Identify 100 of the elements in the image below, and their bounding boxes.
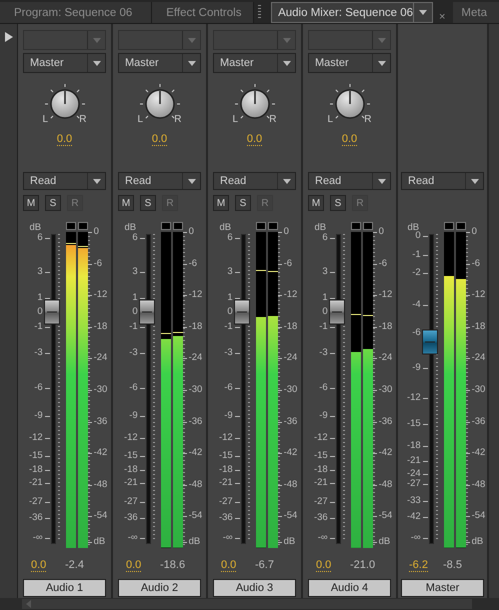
fader-unit-label: dB xyxy=(30,222,42,233)
automation-dropdown[interactable]: Read xyxy=(213,172,296,190)
automation-dropdown[interactable]: Read xyxy=(23,172,106,190)
output-dropdown[interactable]: Master xyxy=(308,53,391,73)
meter-scale-label: -48 xyxy=(466,478,486,491)
fader-scale-label: -36 xyxy=(314,512,335,524)
fader-scale-label: -27 xyxy=(28,496,50,508)
fader-scale-label: -∞ xyxy=(128,532,145,544)
panel-tab[interactable]: Effect Controls xyxy=(152,2,254,23)
fader-scale-label: 1 xyxy=(37,292,50,304)
track-name-button[interactable]: Master xyxy=(401,579,484,597)
meter-scale-label: -24 xyxy=(372,352,392,364)
output-dropdown[interactable]: Master xyxy=(213,53,296,73)
fader-scale-label: -12 xyxy=(124,432,145,444)
fader-handle[interactable] xyxy=(138,299,154,324)
fader-unit-label: dB xyxy=(314,222,326,233)
fader-scale-label: -9 xyxy=(412,362,428,374)
fader-handle[interactable] xyxy=(328,299,344,324)
track-toggle-button[interactable]: M xyxy=(118,195,134,211)
meter-scale-label: -48 xyxy=(372,478,392,491)
pan-value[interactable]: 0.0 xyxy=(56,133,72,146)
track-toggle-button[interactable]: M xyxy=(308,195,324,211)
output-dropdown[interactable]: Master xyxy=(118,53,201,73)
pan-right-label: R xyxy=(269,114,276,125)
panel-tab[interactable]: Meta xyxy=(453,2,499,23)
fader-scale-label: -15 xyxy=(406,418,428,430)
track-name-button[interactable]: Audio 1 xyxy=(23,579,106,597)
meter-scale-label: -54 xyxy=(278,510,298,522)
meter-scale-label: -36 xyxy=(466,416,486,428)
meter-scale-label: 0 xyxy=(88,226,99,238)
meter-scale-label: -12 xyxy=(88,289,108,302)
close-icon[interactable]: × xyxy=(438,11,446,23)
input-dropdown[interactable] xyxy=(213,30,296,50)
input-dropdown[interactable] xyxy=(23,30,106,50)
pan-right-label: R xyxy=(79,114,86,125)
fader-scale-label: 3 xyxy=(37,266,50,278)
meter-scale-label: -36 xyxy=(182,416,202,428)
fader-scale-label: -21 xyxy=(406,455,428,467)
clip-indicator xyxy=(362,222,373,230)
peak-value: -21.0 xyxy=(350,559,376,571)
track-toggle-button[interactable]: S xyxy=(45,195,61,211)
track-toggle-button[interactable]: S xyxy=(140,195,156,211)
panel-tab[interactable]: Program: Sequence 06 xyxy=(0,2,152,23)
fader-scale-label: -3 xyxy=(34,347,50,359)
input-dropdown[interactable] xyxy=(308,30,391,50)
meter-unit-label: dB xyxy=(372,536,390,548)
meter-scale-label: -12 xyxy=(182,289,202,302)
meter-scale-label: -24 xyxy=(278,352,298,364)
meter-scale-label: -48 xyxy=(278,478,298,491)
output-dropdown[interactable]: Master xyxy=(23,53,106,73)
meter-scale-label: -30 xyxy=(372,384,392,396)
fader-value[interactable]: 0.0 xyxy=(221,559,236,572)
track-toggle-button[interactable]: S xyxy=(235,195,251,211)
track-name-button[interactable]: Audio 2 xyxy=(118,579,201,597)
fader-scale-label: -6 xyxy=(34,382,50,394)
expand-icon[interactable] xyxy=(5,32,13,42)
automation-dropdown[interactable]: Read xyxy=(118,172,201,190)
fader-scale-label: -2 xyxy=(412,267,428,279)
clip-indicator xyxy=(456,222,466,230)
fader-handle[interactable] xyxy=(44,299,60,324)
pan-value[interactable]: 0.0 xyxy=(246,133,262,146)
track-toggle-button[interactable]: M xyxy=(213,195,229,211)
meter-scale-label: -54 xyxy=(466,510,486,522)
meter-scale-label: 0 xyxy=(372,226,384,238)
fader-scale-label: 0 xyxy=(415,230,428,242)
fader-scale-label: 1 xyxy=(322,292,335,304)
automation-dropdown[interactable]: Read xyxy=(401,172,484,190)
fader-value[interactable]: 0.0 xyxy=(31,559,46,572)
pan-value[interactable]: 0.0 xyxy=(342,133,358,146)
fader-value[interactable]: 0.0 xyxy=(316,559,332,572)
fader-handle[interactable] xyxy=(422,330,438,355)
meter-scale-label: -42 xyxy=(372,447,392,460)
meter-scale-label: -24 xyxy=(466,352,486,364)
fader-scale-label: -36 xyxy=(218,512,240,524)
fader-scale-label: 6 xyxy=(132,232,145,244)
fader-scale-label: -27 xyxy=(218,496,240,508)
fader-scale-label: -9 xyxy=(319,410,335,422)
track-toggle-button[interactable]: M xyxy=(23,195,39,211)
panel-tab[interactable]: Audio Mixer: Sequence 06 xyxy=(271,2,433,23)
track-name-button[interactable]: Audio 3 xyxy=(213,579,296,597)
fader-value[interactable]: 0.0 xyxy=(126,559,142,572)
fader-scale-label: -3 xyxy=(319,347,335,359)
fader-scale-label: 3 xyxy=(132,266,145,278)
meter-scale-label: -48 xyxy=(88,478,108,491)
fader-scale-label: -4 xyxy=(412,299,428,311)
peak-value: -8.5 xyxy=(443,559,462,571)
clip-indicator xyxy=(78,222,88,230)
meter-unit-label: dB xyxy=(182,536,200,548)
automation-dropdown[interactable]: Read xyxy=(308,172,391,190)
pan-value[interactable]: 0.0 xyxy=(152,133,168,146)
meter-scale-label: -30 xyxy=(466,384,486,396)
fader-scale-label: -6 xyxy=(319,382,335,394)
track-name-button[interactable]: Audio 4 xyxy=(308,579,391,597)
fader-value[interactable]: -6.2 xyxy=(409,559,428,572)
fader-scale-label: -18 xyxy=(218,464,240,476)
input-dropdown[interactable] xyxy=(118,30,201,50)
track-toggle-button[interactable]: S xyxy=(330,195,346,211)
fader-handle[interactable] xyxy=(234,299,250,324)
meter-scale-label: -6 xyxy=(372,258,388,270)
fader-scale-label: -27 xyxy=(406,478,428,490)
